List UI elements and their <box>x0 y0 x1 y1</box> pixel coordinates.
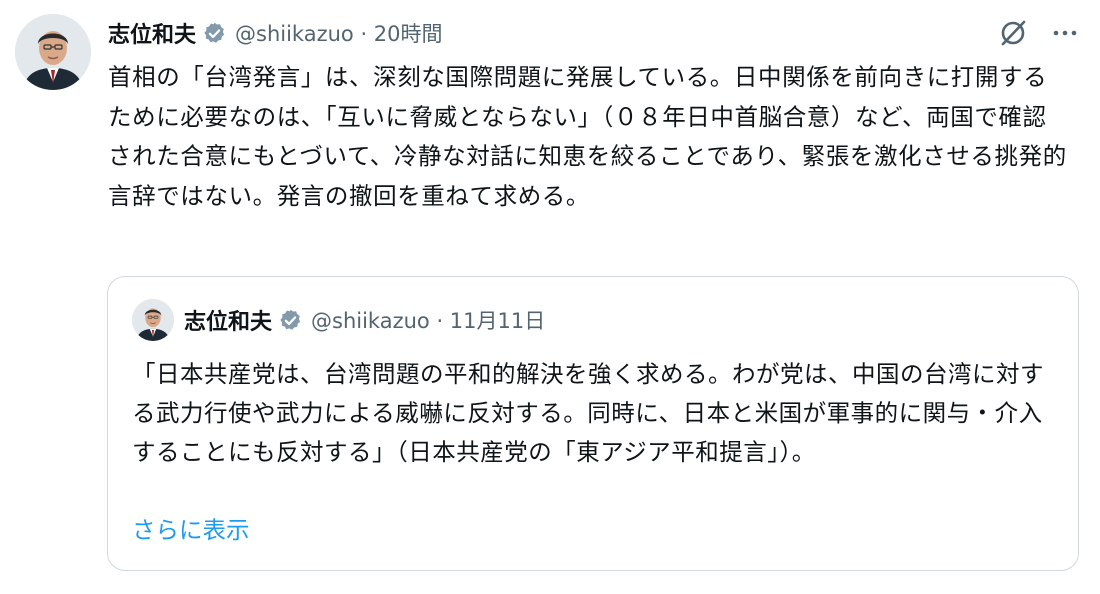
tweet-text: 首相の「台湾発言」は、深刻な国際問題に発展している。日中関係を前向きに打開するた… <box>108 63 1067 210</box>
quoted-tweet-text: 「日本共産党は、台湾問題の平和的解決を強く求める。わが党は、中国の台湾に対する武… <box>132 360 1044 466</box>
avatar-photo <box>15 14 91 90</box>
quoted-author-avatar[interactable] <box>132 299 174 341</box>
verified-badge-icon <box>202 21 227 46</box>
verified-badge-icon <box>278 308 303 333</box>
grok-icon[interactable] <box>998 18 1028 48</box>
quoted-author-handle-and-time[interactable]: @shiikazuo · 11月11日 <box>311 305 545 335</box>
tweet-header: 志位和夫 @shiikazuo · 20時間 <box>108 16 443 50</box>
author-name[interactable]: 志位和夫 <box>108 17 196 49</box>
quoted-author-name[interactable]: 志位和夫 <box>184 304 272 336</box>
quoted-tweet-card[interactable]: 志位和夫 @shiikazuo · 11月11日 「日本共産党は、台湾問題の平和… <box>107 276 1079 571</box>
quoted-avatar-photo <box>132 299 174 341</box>
quoted-tweet-header: 志位和夫 @shiikazuo · 11月11日 <box>184 303 545 337</box>
more-icon[interactable] <box>1050 18 1080 48</box>
tweet-top-actions <box>998 14 1080 52</box>
author-avatar[interactable] <box>15 14 91 90</box>
author-handle-and-time[interactable]: @shiikazuo · 20時間 <box>235 18 443 48</box>
show-more-link[interactable]: さらに表示 <box>132 511 250 550</box>
